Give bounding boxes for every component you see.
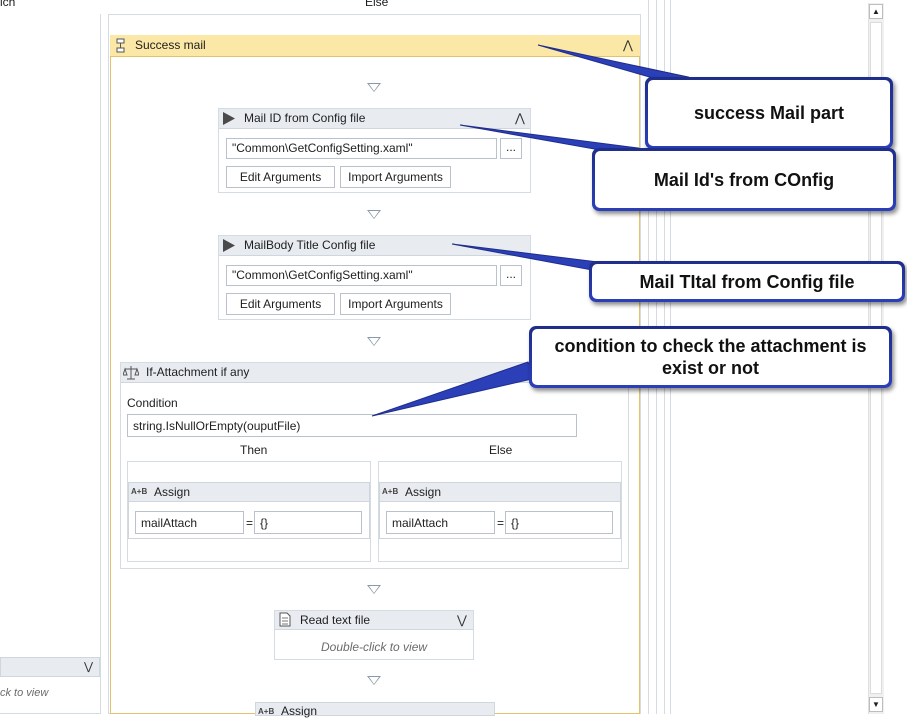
callout-text: Mail Id's from COnfig xyxy=(595,151,893,208)
callout-condition: condition to check the attachment is exi… xyxy=(529,326,892,388)
callout-text: condition to check the attachment is exi… xyxy=(532,329,889,385)
callout-success-mail: success Mail part xyxy=(645,77,893,149)
callout-text: Mail TItal from Config file xyxy=(592,264,902,299)
callout-mail-id: Mail Id's from COnfig xyxy=(592,148,896,211)
callout-text: success Mail part xyxy=(648,80,890,146)
callout-mail-title: Mail TItal from Config file xyxy=(589,261,905,302)
